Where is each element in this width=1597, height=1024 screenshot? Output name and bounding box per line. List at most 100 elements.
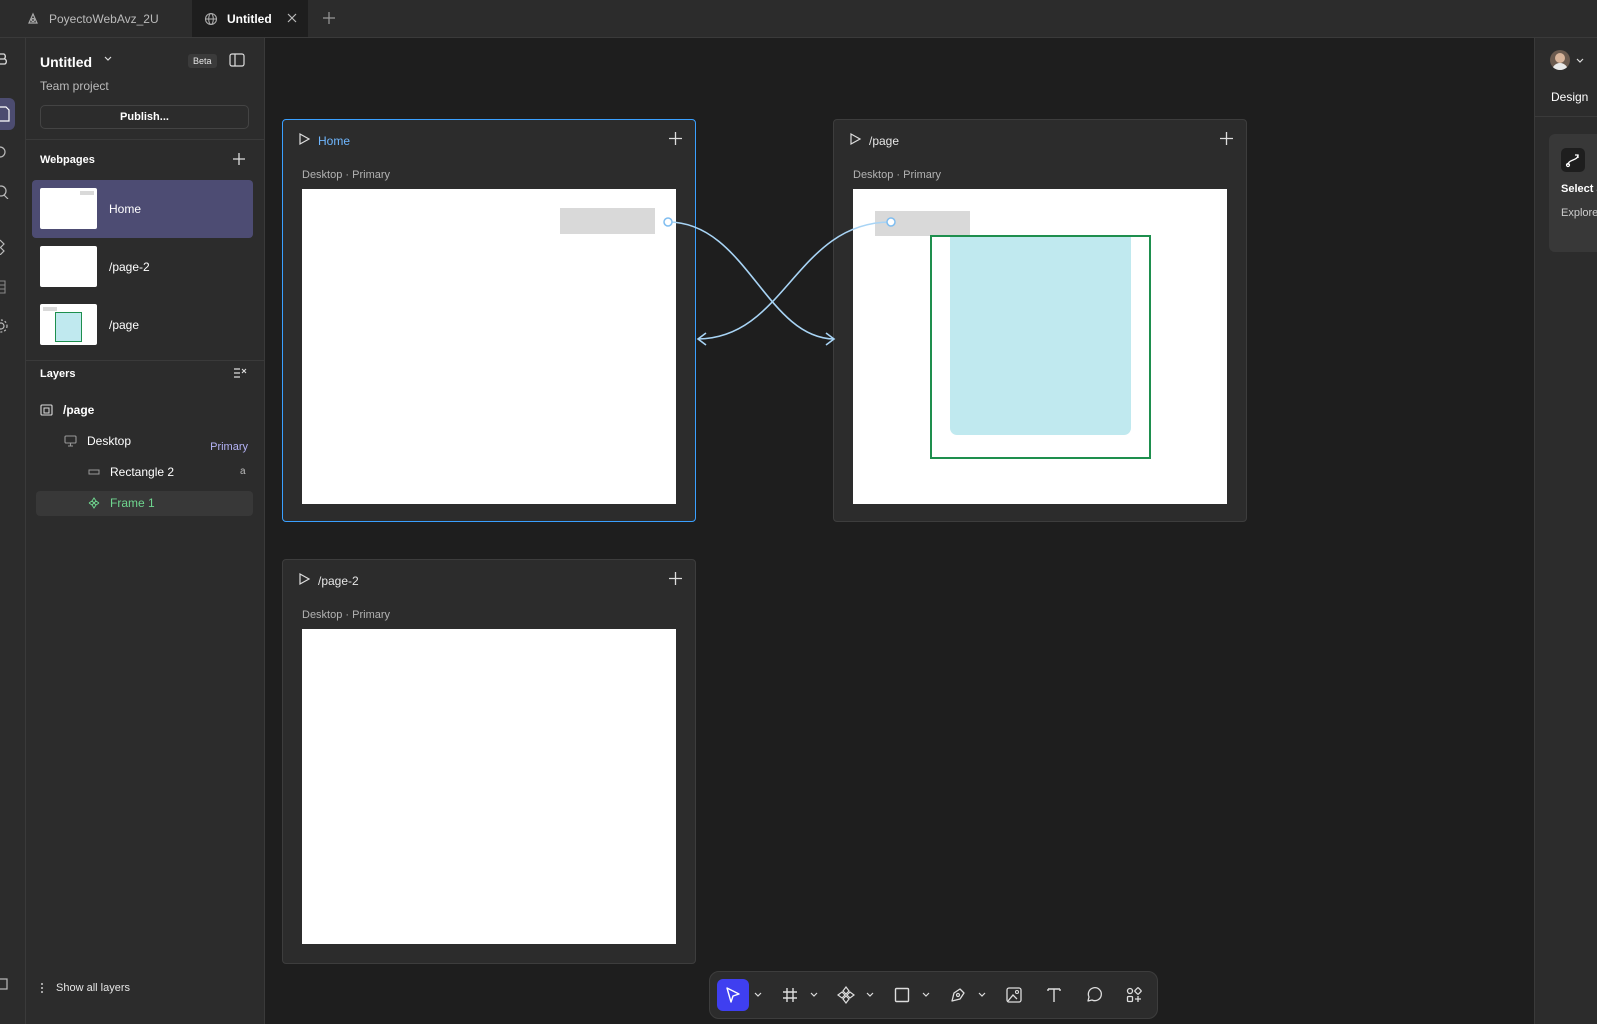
frame-1[interactable] — [930, 235, 1151, 459]
play-icon[interactable] — [297, 132, 311, 146]
layer-item-page[interactable]: /page — [40, 398, 94, 422]
pen-icon — [949, 986, 967, 1004]
breakpoint-label: Desktop · Primary — [853, 169, 942, 181]
add-breakpoint-plus-icon[interactable] — [669, 572, 682, 585]
new-tab-plus-icon[interactable] — [322, 11, 336, 25]
page-canvas[interactable] — [853, 189, 1227, 504]
logo-icon[interactable] — [0, 52, 12, 66]
database-icon[interactable] — [0, 279, 10, 295]
chevron-down-icon[interactable] — [104, 56, 112, 62]
card-title[interactable]: /page-2 — [318, 574, 359, 588]
layers-title: Layers — [40, 368, 76, 380]
webpage-item-home[interactable]: Home — [32, 180, 253, 238]
canvas[interactable]: Home Desktop · Primary /page Desktop · P… — [266, 38, 1534, 1024]
link-button-rect[interactable] — [560, 208, 655, 234]
webpage-card-home[interactable]: Home Desktop · Primary — [282, 119, 696, 522]
divider — [26, 360, 265, 361]
search-icon[interactable] — [0, 185, 12, 199]
right-panel: Design Select a Explore more. — [1534, 38, 1597, 1024]
comment-icon — [1085, 986, 1103, 1004]
sidebar-toggle-icon[interactable] — [229, 53, 245, 67]
help-icon[interactable] — [0, 978, 10, 990]
component-tool-button[interactable] — [830, 979, 862, 1011]
divider — [1535, 116, 1597, 117]
chevron-down-icon[interactable] — [978, 992, 986, 998]
chevron-down-icon[interactable] — [810, 992, 818, 998]
card-title[interactable]: /page — [869, 134, 899, 148]
card-title[interactable]: Home — [318, 134, 350, 148]
image-icon — [1005, 986, 1023, 1004]
frame-icon — [781, 986, 799, 1004]
tab-label: PoyectoWebAvz_2U — [49, 11, 159, 26]
empty-state-body: Explore more. — [1561, 207, 1597, 219]
layer-label: /page — [63, 403, 95, 417]
pen-tool-button[interactable] — [942, 979, 974, 1011]
tab-bar: PoyectoWebAvz_2U Untitled — [0, 0, 1597, 38]
tab-untitled[interactable]: Untitled — [192, 0, 308, 37]
publish-button[interactable]: Publish... — [40, 105, 249, 129]
play-icon[interactable] — [848, 132, 862, 146]
comment-tool-button[interactable] — [1078, 979, 1110, 1011]
link-button-rect[interactable] — [875, 211, 970, 236]
webpage-card-page[interactable]: /page Desktop · Primary — [833, 119, 1247, 522]
chevron-down-icon[interactable] — [866, 992, 874, 998]
add-breakpoint-plus-icon[interactable] — [669, 132, 682, 145]
file-icon[interactable] — [0, 106, 12, 122]
play-icon[interactable] — [297, 572, 311, 586]
webpage-item-page-2[interactable]: /page-2 — [32, 238, 253, 296]
tab-design[interactable]: Design — [1551, 90, 1588, 104]
layer-item-desktop[interactable]: Desktop — [64, 429, 131, 453]
shape-tool-button[interactable] — [886, 979, 918, 1011]
rectangle-icon — [893, 986, 911, 1004]
layers-filter-icon[interactable] — [233, 367, 247, 379]
comment-icon[interactable] — [0, 145, 10, 159]
page-canvas[interactable] — [302, 189, 676, 504]
webpage-card-page-2[interactable]: /page-2 Desktop · Primary — [282, 559, 696, 964]
empty-state-title: Select a — [1561, 183, 1597, 195]
team-project-label: Team project — [40, 79, 109, 93]
page-canvas[interactable] — [302, 629, 676, 944]
prototype-icon — [1561, 148, 1585, 172]
webpage-item-page[interactable]: /page — [32, 296, 253, 354]
divider — [26, 139, 265, 140]
empty-state-card: Select a Explore more. — [1549, 134, 1597, 252]
frame-component-icon — [88, 497, 100, 509]
primary-badge: Primary — [210, 441, 248, 453]
project-title[interactable]: Untitled — [40, 54, 92, 70]
webpages-title: Webpages — [40, 154, 95, 166]
webpage-icon — [40, 404, 53, 416]
layer-label: Frame 1 — [110, 496, 155, 510]
add-breakpoint-plus-icon[interactable] — [1220, 132, 1233, 145]
close-icon[interactable] — [286, 12, 298, 24]
left-panel: Untitled Beta Team project Publish... We… — [26, 38, 265, 1024]
apps-icon — [1125, 986, 1143, 1004]
image-tool-button[interactable] — [998, 979, 1030, 1011]
chevron-down-icon[interactable] — [1576, 58, 1584, 64]
more-vertical-icon — [40, 982, 44, 994]
avatar[interactable] — [1550, 50, 1570, 70]
show-all-layers-button[interactable]: Show all layers — [40, 982, 130, 994]
nav-rail — [0, 38, 26, 1024]
tab-project[interactable]: PoyectoWebAvz_2U — [0, 0, 192, 37]
layer-label: Desktop — [87, 434, 132, 448]
webpage-label: Home — [109, 202, 142, 216]
rectangle-icon — [88, 468, 100, 476]
layer-item-rectangle-2[interactable]: Rectangle 2 — [88, 460, 174, 484]
cursor-icon — [724, 986, 742, 1004]
move-tool-button[interactable] — [717, 979, 749, 1011]
frame-tool-button[interactable] — [774, 979, 806, 1011]
chevron-down-icon[interactable] — [922, 992, 930, 998]
breakpoint-label: Desktop · Primary — [302, 609, 391, 621]
layer-item-frame-1[interactable]: Frame 1 — [88, 491, 155, 515]
more-tools-button[interactable] — [1118, 979, 1150, 1011]
add-page-plus-icon[interactable] — [233, 153, 245, 165]
layer-shortcut: a — [240, 466, 246, 477]
rectangle-2[interactable] — [950, 237, 1131, 435]
text-tool-button[interactable] — [1038, 979, 1070, 1011]
globe-icon — [204, 12, 218, 26]
settings-icon[interactable] — [0, 318, 10, 334]
tab-label: Untitled — [227, 11, 272, 26]
component-icon[interactable] — [0, 239, 10, 255]
figma-sites-icon — [26, 12, 40, 26]
chevron-down-icon[interactable] — [754, 992, 762, 998]
